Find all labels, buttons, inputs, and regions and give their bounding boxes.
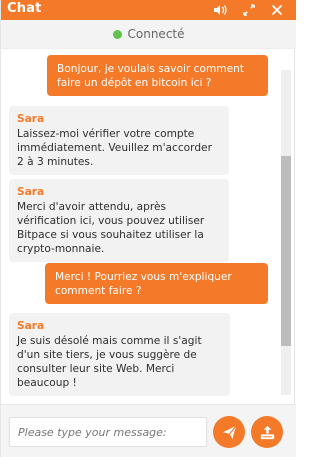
- attach-button[interactable]: [251, 416, 283, 448]
- message-agent-2: Sara Merci d'avoir attendu, après vérifi…: [9, 179, 229, 262]
- send-button[interactable]: [213, 416, 245, 448]
- message-text: Merci d'avoir attendu, après vérificatio…: [17, 201, 205, 255]
- message-agent-3: Sara Je suis désolé mais comme il s'agit…: [9, 313, 230, 396]
- message-input[interactable]: [9, 417, 207, 447]
- message-list[interactable]: Bonjour, je voulais savoir comment faire…: [1, 48, 296, 404]
- volume-icon[interactable]: [212, 1, 230, 19]
- agent-name: Sara: [17, 186, 45, 198]
- message-user-1: Bonjour, je voulais savoir comment faire…: [47, 55, 268, 96]
- upload-icon: [260, 425, 274, 439]
- status-dot: [112, 29, 122, 39]
- connection-status: Connecté: [1, 20, 296, 49]
- status-label: Connecté: [127, 27, 185, 41]
- message-scrollbar[interactable]: [281, 70, 291, 395]
- agent-name: Sara: [17, 320, 45, 332]
- message-agent-1: Sara Laissez-moi vérifier votre compte i…: [9, 106, 229, 175]
- expand-icon[interactable]: [240, 1, 258, 19]
- message-text: Je suis désolé mais comme il s'agit d'un…: [17, 335, 202, 389]
- message-text: Bonjour, je voulais savoir comment faire…: [57, 63, 245, 89]
- agent-name: Sara: [17, 113, 45, 125]
- close-icon[interactable]: [268, 1, 286, 19]
- message-text: Merci ! Pourriez vous m'expliquer commen…: [55, 271, 232, 297]
- chat-header: Chat: [1, 0, 296, 20]
- send-icon: [222, 425, 237, 439]
- chat-title: Chat: [7, 1, 42, 16]
- message-composer: [1, 404, 296, 457]
- message-text: Laissez-moi vérifier votre compte immédi…: [17, 128, 212, 168]
- chat-widget: Chat Connecté Bonjour, je voulais savoir…: [0, 0, 296, 457]
- message-user-2: Merci ! Pourriez vous m'expliquer commen…: [45, 263, 268, 304]
- header-actions: [212, 1, 286, 19]
- scrollbar-thumb[interactable]: [281, 156, 291, 346]
